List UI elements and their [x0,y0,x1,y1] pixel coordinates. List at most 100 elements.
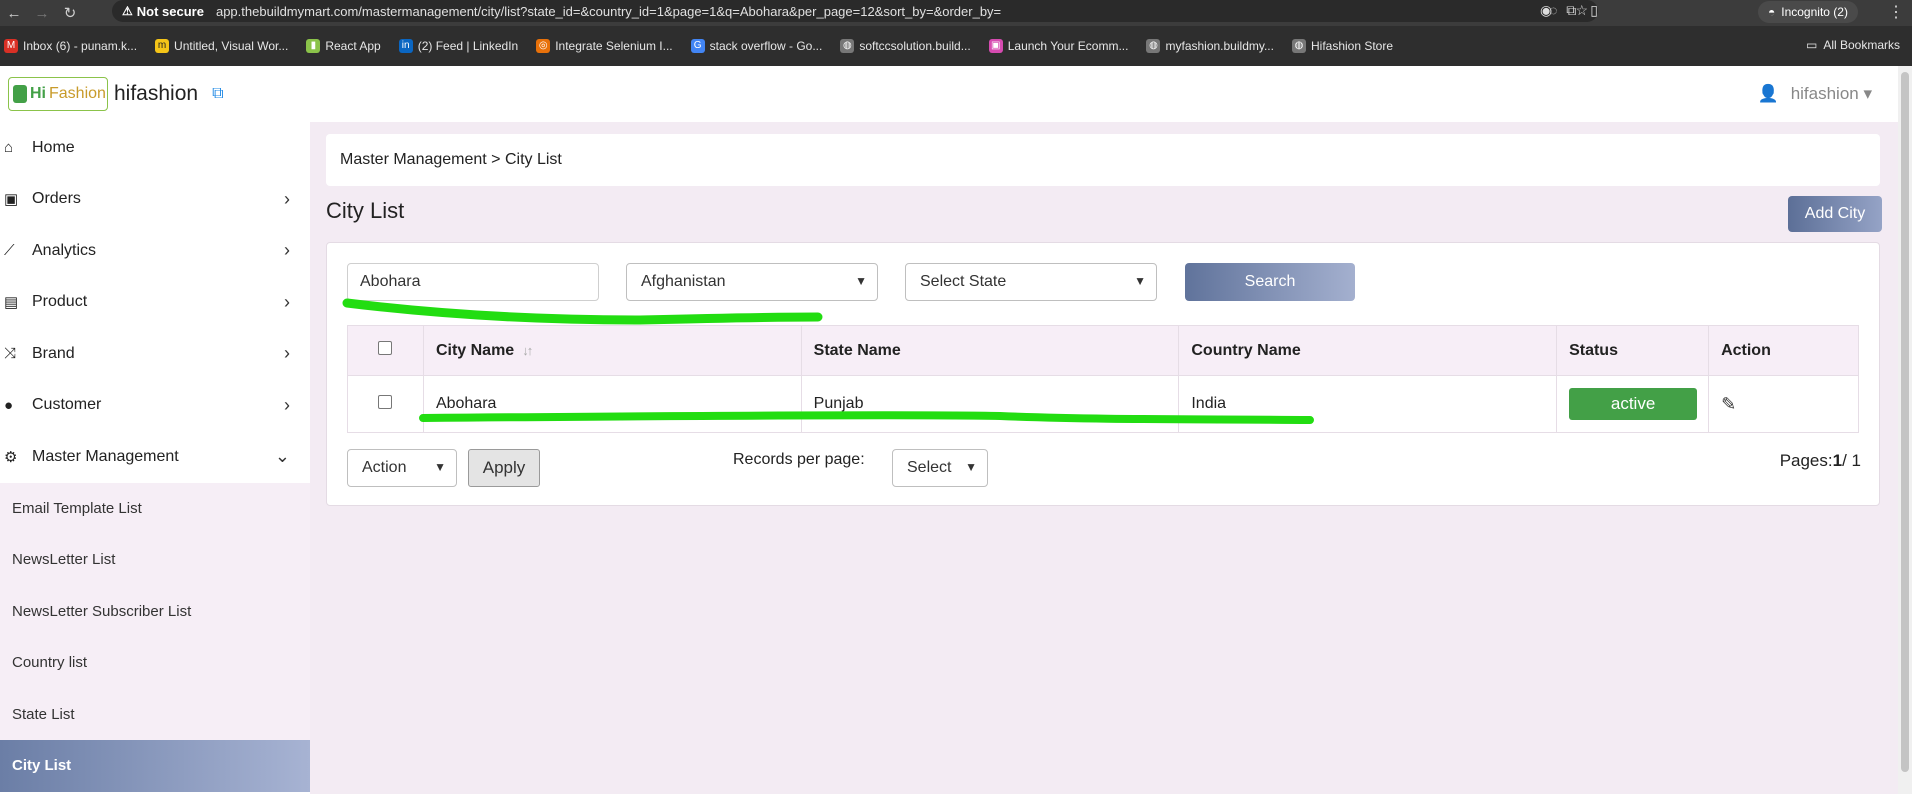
security-indicator[interactable]: ⚠ Not secure [122,4,204,19]
sidebar-subitem-newsletter-list[interactable]: NewsLetter List [0,534,310,586]
search-button[interactable]: Search [1185,263,1355,301]
chevron-down-icon: ⌄ [274,446,290,467]
column-header-country-name: Country Name [1178,325,1558,376]
chevron-down-icon: ▼ [434,460,446,474]
shopping-bag-icon: ▣ [4,191,19,209]
sidebar-item-customer[interactable]: ● Customer › [0,380,310,432]
chevron-right-icon: › [284,188,290,209]
sidebar-subitem-city-list[interactable]: City List [0,740,310,792]
chevron-down-icon: ▼ [965,460,977,474]
brand-name: hifashion [114,82,199,105]
globe-icon: ◍ [1291,39,1306,53]
user-icon: 👤 [1757,84,1779,103]
chevron-down-icon: ▼ [1134,274,1146,288]
sidebar: ⌂ Home ▣ Orders › ⟋ Analytics › ▤ Produc… [0,122,310,794]
user-menu[interactable]: 👤 hifashion ▾ [1758,84,1872,104]
sidebar-item-orders[interactable]: ▣ Orders › [0,174,310,226]
back-icon[interactable]: ← [0,5,28,22]
column-header-city-name[interactable]: City Name ↓↑ [422,325,802,376]
incognito-icon: ◓ [1768,5,1776,19]
add-city-button[interactable]: Add City [1788,196,1882,232]
row-checkbox[interactable] [378,394,393,409]
bookmark[interactable]: m Untitled, Visual Wor... [155,39,288,53]
user-gear-icon: ⚙ [4,448,18,466]
column-header-status: Status [1556,325,1710,376]
bookmark[interactable]: in (2) Feed | LinkedIn [398,39,518,53]
sidebar-item-home[interactable]: ⌂ Home [0,122,310,174]
chevron-right-icon: › [284,240,290,261]
sidebar-subitem-country-list[interactable]: Country list [0,637,310,689]
sidebar-subitem-email-template-list[interactable]: Email Template List [0,482,310,534]
sidebar-item-master-management[interactable]: ⚙ Master Management ⌄ [0,431,310,483]
miro-icon: m [155,39,170,53]
app-header: Hi Fashion hifashion ⧉ 👤 hifashion ▾ [0,66,1898,122]
more-icon[interactable]: ⋮ [1888,2,1904,22]
state-select[interactable]: Select State ▼ [905,263,1157,301]
pagination-info: Pages:1/ 1 [1779,451,1861,470]
bookmark[interactable]: ◍ Hifashion Store [1291,39,1393,53]
city-table: City Name ↓↑ State Name Country Name Stat… [347,325,1859,433]
folder-icon: ▭ [1805,38,1818,52]
bookmark[interactable]: Gstack overflow - Go... [690,39,822,53]
bookmark[interactable]: ◎ Integrate Selenium I... [536,39,673,53]
scrollbar-thumb[interactable] [1901,72,1909,772]
bookmark[interactable]: ▣ Launch Your Ecomm... [988,39,1128,53]
cell-state-name: Punjab [800,375,1180,433]
google-icon: G [690,39,705,53]
globe-icon: ◍ [840,39,855,53]
shuffle-icon: ⤨ [4,345,17,363]
sidebar-item-product[interactable]: ▤ Product › [0,277,310,329]
box-icon: ▤ [4,294,19,312]
bookmark[interactable]: ▮ React App [306,39,381,53]
site-icon: ▣ [988,39,1003,53]
status-badge[interactable]: active [1569,388,1698,420]
incognito-badge[interactable]: ◓ Incognito (2) [1758,1,1858,23]
address-bar[interactable]: ⚠ Not secure app.thebuildmymart.com/mast… [112,0,1598,22]
react-icon: ▮ [306,39,321,53]
city-list-card: Abohara Afghanistan ▼ Select State ▼ Sea… [326,242,1880,506]
bookmark[interactable]: ◍ softccsolution.build... [840,39,971,53]
globe-icon: ◍ [1146,39,1161,53]
reload-icon[interactable]: ↻ [56,4,84,22]
column-header-action: Action [1708,325,1859,376]
home-icon: ⌂ [4,139,14,157]
puzzle-icon[interactable]: ⧉ [1566,2,1576,19]
forward-icon[interactable]: → [28,5,56,22]
logo[interactable]: Hi Fashion [8,77,108,111]
cell-country-name: India [1178,375,1558,433]
page-title: City List [326,198,405,223]
all-bookmarks[interactable]: ▭ All Bookmarks [1806,38,1900,52]
sidebar-subitem-state-list[interactable]: State List [0,688,310,740]
sidebar-subitem-newsletter-subscriber-list[interactable]: NewsLetter Subscriber List [0,585,310,637]
sort-icon[interactable]: ↓↑ [522,343,533,358]
warning-icon: ⚠ [122,4,133,18]
column-header-state-name: State Name [800,325,1180,376]
apply-button[interactable]: Apply [468,449,540,487]
gmail-icon: M [4,39,18,53]
sidebar-item-brand[interactable]: ⤨ Brand › [0,328,310,380]
page-scrollbar[interactable] [1898,66,1912,794]
extension-icon[interactable]: ◉ [1540,2,1552,19]
chevron-right-icon: › [284,343,290,364]
url-text[interactable]: app.thebuildmymart.com/mastermanagement/… [216,4,1001,19]
bookmark[interactable]: ◍ myfashion.buildmy... [1146,39,1274,53]
sidepanel-icon[interactable]: ▯ [1590,2,1598,19]
table-header-row: City Name ↓↑ State Name Country Name Stat… [347,325,1859,376]
edit-icon[interactable]: ✎ [1721,394,1736,414]
records-per-page-label: Records per page: [733,451,865,468]
chevron-down-icon: ▼ [855,274,867,288]
records-per-page-select[interactable]: Select ▼ [892,449,988,487]
breadcrumb: Master Management > City List [326,134,1880,186]
site-icon: ◎ [536,39,551,53]
select-all-checkbox[interactable] [378,341,393,355]
chevron-right-icon: › [284,394,290,415]
sidebar-item-analytics[interactable]: ⟋ Analytics › [0,225,310,277]
chevron-right-icon: › [284,291,290,312]
cell-city-name: Abohara [422,375,802,433]
external-link-icon[interactable]: ⧉ [212,85,223,103]
search-input[interactable]: Abohara [347,263,599,301]
country-select[interactable]: Afghanistan ▼ [626,263,878,301]
bulk-action-select[interactable]: Action ▼ [347,449,457,487]
table-row: Abohara Punjab India active ✎ [347,375,1859,433]
bookmark[interactable]: M Inbox (6) - punam.k... [4,39,137,53]
